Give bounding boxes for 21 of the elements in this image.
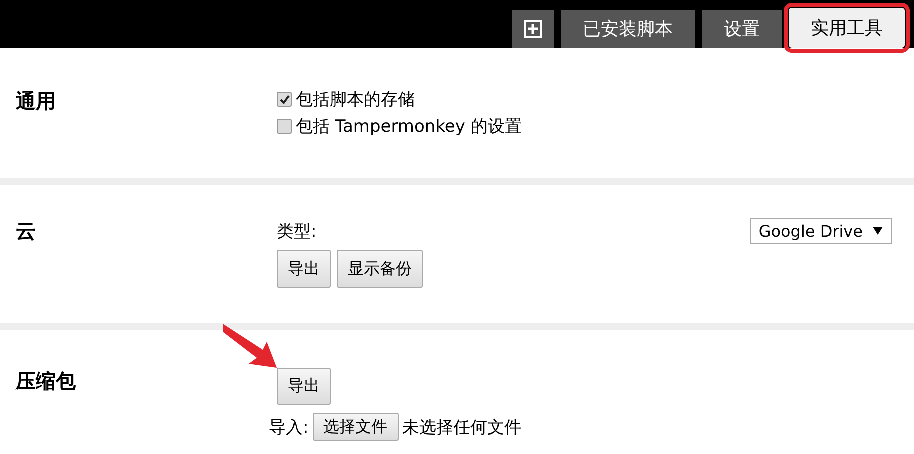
dropdown-caret-icon [873,227,883,235]
tab[interactable]: 已安装脚本 [561,10,695,48]
checkbox-label: 包括 Tampermonkey 的设置 [296,116,522,138]
type-label: 类型: [277,220,317,242]
section-title: 通用 [16,89,56,113]
export-button[interactable]: 导出 [277,368,331,405]
action-button[interactable]: 导出 [277,250,331,288]
storage-select[interactable]: Google Drive [750,218,892,244]
checkbox-label: 包括脚本的存储 [296,89,415,111]
section-title: 压缩包 [16,369,76,393]
import-label: 导入: [269,416,309,438]
tab[interactable]: 设置 [702,10,782,48]
file-status: 未选择任何文件 [402,416,522,438]
choose-file-button[interactable]: 选择文件 [312,413,399,441]
checkbox[interactable] [277,92,292,107]
checkbox[interactable] [277,119,292,134]
add-tab[interactable] [512,10,554,48]
tab[interactable]: 实用工具 [789,8,905,48]
action-button[interactable]: 显示备份 [337,250,423,288]
plus-icon [524,20,542,38]
section-title: 云 [16,219,36,243]
